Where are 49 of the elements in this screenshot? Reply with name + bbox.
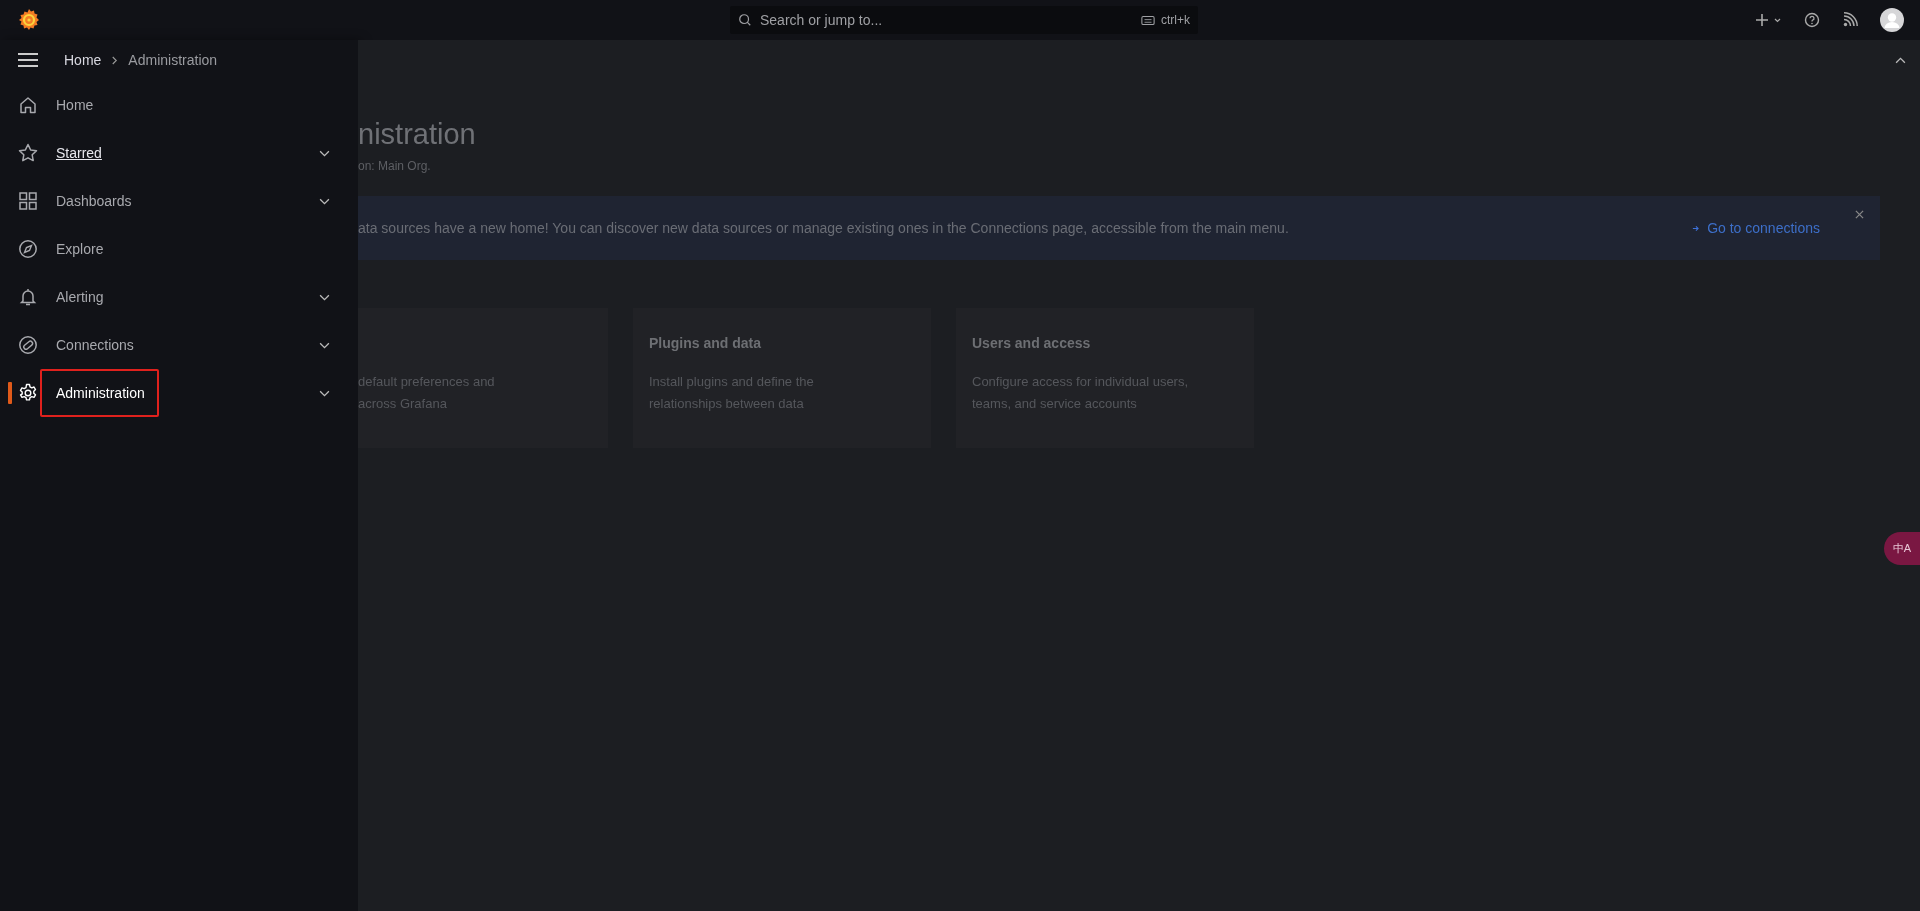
chevron-up-icon[interactable] [1895, 56, 1906, 64]
chevron-down-icon[interactable] [319, 149, 330, 157]
close-icon[interactable] [1855, 210, 1864, 219]
banner-text: ata sources have a new home! You can discover new data sources or manage existing ones in the Connections page, accessible from the main menu. [358, 220, 1289, 236]
chevron-down-icon[interactable] [319, 293, 330, 301]
page-subtitle: on: Main Org. [358, 159, 432, 173]
grafana-logo[interactable] [17, 8, 41, 32]
page-title: nistration [358, 118, 477, 151]
shortcut-hint: ctrl+k [1161, 13, 1190, 27]
avatar-icon[interactable] [1880, 8, 1904, 32]
nav-label: Dashboards [55, 192, 133, 211]
breadcrumb-link[interactable]: Home [64, 52, 102, 68]
house-icon [18, 95, 38, 115]
nav-item[interactable]: Home [0, 81, 358, 129]
nav-label: Home [55, 96, 95, 115]
search-input[interactable]: Search or jump to... [758, 11, 1135, 29]
nav-item[interactable]: Connections [0, 321, 358, 369]
nav-item[interactable]: Dashboards [0, 177, 358, 225]
card-title: Users and access [972, 335, 1092, 353]
card-title: Plugins and data [649, 335, 762, 353]
chevron-right-icon [111, 55, 119, 65]
menu-icon[interactable] [18, 53, 38, 67]
chevron-down-icon[interactable] [319, 341, 330, 349]
nav-label: Administration [40, 369, 159, 417]
link-circles-icon [18, 335, 38, 355]
gear-icon [18, 383, 38, 403]
chevron-down-icon[interactable] [319, 389, 330, 397]
search-icon [738, 13, 752, 27]
help-icon[interactable] [1804, 12, 1820, 28]
nav-label: Explore [55, 240, 105, 259]
translate-badge[interactable]: 中A [1884, 532, 1920, 565]
nav-item[interactable]: Alerting [0, 273, 358, 321]
bell-icon [18, 287, 38, 307]
nav-item[interactable]: Explore [0, 225, 358, 273]
nav-label: Starred [55, 144, 103, 163]
compass-icon [18, 239, 38, 259]
chevron-down-icon[interactable] [319, 197, 330, 205]
grid-icon [18, 191, 38, 211]
plus-icon[interactable] [1756, 13, 1782, 27]
arrow-right-icon [1692, 224, 1700, 232]
nav-item[interactable]: Starred [0, 129, 358, 177]
nav-label: Connections [55, 336, 135, 355]
nav-label: Alerting [55, 288, 105, 307]
feed-icon[interactable] [1842, 12, 1858, 28]
star-icon [18, 143, 38, 163]
keyboard-icon [1141, 14, 1155, 26]
breadcrumb-link[interactable]: Administration [128, 52, 218, 68]
nav-item[interactable]: Administration [0, 369, 358, 417]
search-field[interactable]: Search or jump to... ctrl+k [730, 6, 1198, 34]
